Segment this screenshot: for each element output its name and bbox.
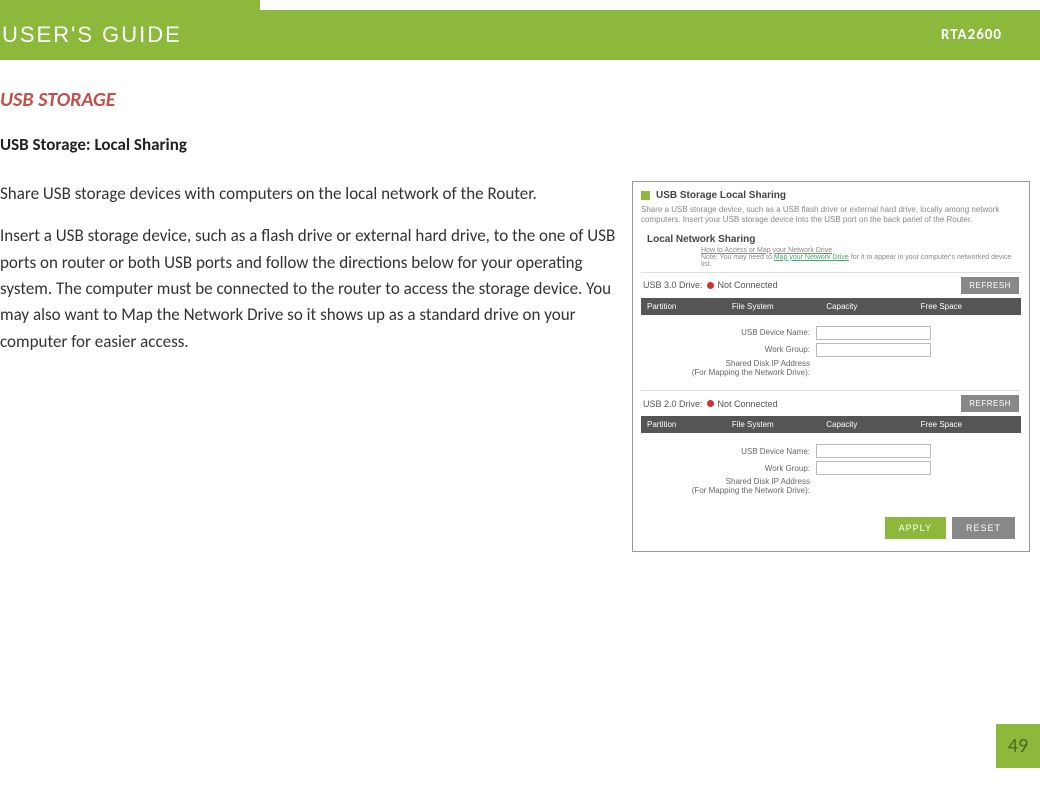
th-freespace: Free Space — [921, 302, 1015, 311]
body-text: Share USB storage devices with computers… — [0, 181, 620, 371]
page-number: 49 — [996, 724, 1040, 768]
paragraph-1: Share USB storage devices with computers… — [0, 181, 620, 207]
header-band: USER'S GUIDE RTA2600 — [0, 10, 1040, 60]
usb20-form: USB Device Name: Work Group: Shared Disk… — [641, 433, 1021, 509]
shared-ip-label-line2: (For Mapping the Network Drive): — [692, 368, 810, 377]
usb30-row: USB 3.0 Drive: Not Connected REFRESH — [641, 272, 1021, 298]
header-title: USER'S GUIDE — [2, 22, 182, 48]
th-capacity: Capacity — [826, 302, 920, 311]
usb30-status: Not Connected — [718, 280, 778, 290]
th-partition: Partition — [647, 302, 732, 311]
refresh-button[interactable]: REFRESH — [961, 395, 1019, 412]
th-filesystem: File System — [732, 302, 826, 311]
subsection-title: USB Storage: Local Sharing — [0, 134, 1040, 155]
th-filesystem: File System — [732, 420, 826, 429]
body-row: Share USB storage devices with computers… — [0, 181, 1040, 552]
section-title: USB STORAGE — [0, 88, 1040, 112]
ss-section-heading: Local Network Sharing — [647, 234, 1021, 245]
work-group-label: Work Group: — [765, 345, 810, 354]
usb20-row: USB 2.0 Drive: Not Connected REFRESH — [641, 390, 1021, 416]
usb-device-name-label: USB Device Name: — [741, 447, 810, 456]
page-header: USER'S GUIDE RTA2600 — [0, 0, 1040, 60]
work-group-input[interactable] — [816, 343, 931, 357]
th-capacity: Capacity — [826, 420, 920, 429]
shared-ip-value — [816, 480, 931, 494]
ss-hint-title: How to Access or Map your Network Drive — [701, 247, 832, 254]
header-accent-strip — [0, 0, 260, 10]
ss-title: USB Storage Local Sharing — [656, 190, 786, 201]
page-content: USB STORAGE USB Storage: Local Sharing S… — [0, 60, 1040, 552]
square-icon — [641, 191, 650, 200]
usb-device-name-input[interactable] — [816, 444, 931, 458]
header-model: RTA2600 — [941, 26, 1002, 44]
usb-device-name-input[interactable] — [816, 326, 931, 340]
ss-buttons: APPLY RESET — [641, 517, 1021, 539]
status-dot-icon — [707, 282, 714, 289]
shared-ip-label-line1: Shared Disk IP Address — [726, 359, 810, 368]
status-dot-icon — [707, 400, 714, 407]
shared-ip-label: Shared Disk IP Address (For Mapping the … — [692, 478, 810, 496]
ss-description: Share a USB storage device, such as a US… — [641, 205, 1021, 226]
map-network-drive-link[interactable]: Map your Network Drive — [774, 254, 849, 261]
th-partition: Partition — [647, 420, 732, 429]
paragraph-2: Insert a USB storage device, such as a f… — [0, 223, 620, 355]
shared-ip-label: Shared Disk IP Address (For Mapping the … — [692, 360, 810, 378]
usb30-form: USB Device Name: Work Group: Shared Disk… — [641, 315, 1021, 391]
usb30-table-header: Partition File System Capacity Free Spac… — [641, 298, 1021, 315]
usb20-table-header: Partition File System Capacity Free Spac… — [641, 416, 1021, 433]
usb30-label: USB 3.0 Drive: — [643, 280, 703, 290]
refresh-button[interactable]: REFRESH — [961, 277, 1019, 294]
work-group-input[interactable] — [816, 461, 931, 475]
reset-button[interactable]: RESET — [952, 517, 1015, 539]
apply-button[interactable]: APPLY — [885, 517, 946, 539]
usb-device-name-label: USB Device Name: — [741, 328, 810, 337]
usb20-label: USB 2.0 Drive: — [643, 399, 703, 409]
usb20-status: Not Connected — [718, 399, 778, 409]
shared-ip-label-line1: Shared Disk IP Address — [726, 477, 810, 486]
embedded-screenshot: USB Storage Local Sharing Share a USB st… — [632, 181, 1030, 552]
ss-hint-note: Note: You may need to — [701, 254, 772, 261]
shared-ip-value — [816, 362, 931, 376]
ss-title-row: USB Storage Local Sharing — [641, 190, 1021, 201]
th-freespace: Free Space — [921, 420, 1015, 429]
shared-ip-label-line2: (For Mapping the Network Drive): — [692, 486, 810, 495]
ss-hint: How to Access or Map your Network Drive … — [701, 247, 1021, 268]
work-group-label: Work Group: — [765, 464, 810, 473]
